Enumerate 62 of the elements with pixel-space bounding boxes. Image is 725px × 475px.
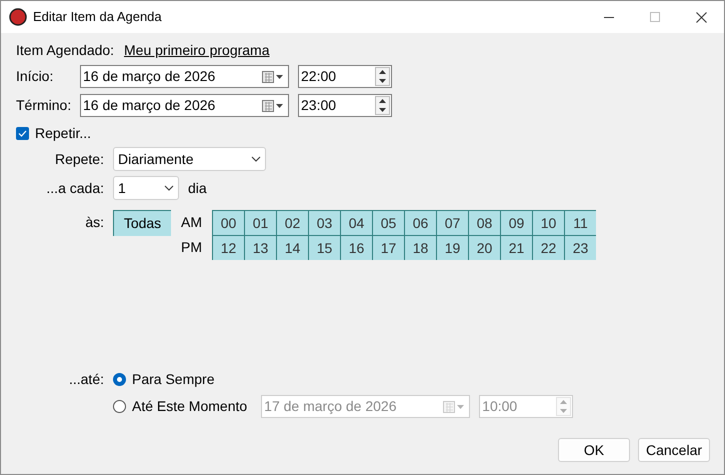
hour-toggle[interactable]: 10 [532,210,564,235]
chevron-down-icon [164,185,174,191]
hour-toggle[interactable]: 03 [308,210,340,235]
hour-toggle[interactable]: 14 [276,235,308,260]
hour-toggle[interactable]: 07 [436,210,468,235]
radio-label: Para Sempre [132,370,214,389]
hour-toggle[interactable]: 11 [564,210,596,235]
hour-toggle[interactable]: 18 [404,235,436,260]
spinner-icon [556,397,572,416]
minimize-icon [604,16,614,18]
field-label: Término: [16,96,71,115]
hour-toggle[interactable]: 00 [212,210,244,235]
hour-toggle[interactable]: 21 [500,235,532,260]
checkbox-label: Repetir... [35,124,92,143]
hour-toggle[interactable]: 20 [468,235,500,260]
field-label: Item Agendado: [16,40,116,60]
calendar-icon [443,400,466,412]
hour-toggle[interactable]: 15 [308,235,340,260]
frequency-dropdown[interactable]: Diariamente [113,147,266,171]
field-label: ...a cada: [45,178,105,198]
date-picker[interactable]: 16 de março de 2026 [80,94,289,117]
dialog-button[interactable]: OK [558,438,630,462]
field-label: Repete: [54,150,105,169]
calendar-icon [262,70,284,82]
spinner-icon [375,96,390,115]
radio-label: Até Este Momento [132,397,248,416]
hour-toggle[interactable]: 04 [340,210,372,235]
hour-toggle[interactable]: 22 [532,235,564,260]
repeat-checkbox[interactable] [16,126,29,140]
calendar-icon [262,100,284,112]
hour-toggle[interactable]: 08 [468,210,500,235]
app-icon [9,8,27,26]
program-link[interactable]: Meu primeiro programa [124,40,270,60]
interval-dropdown[interactable]: 1 [113,176,179,200]
hour-toggle[interactable]: 17 [372,235,404,260]
window-title: Editar Item da Agenda [33,8,163,26]
hour-toggle[interactable]: 23 [564,235,596,260]
hour-toggle[interactable]: 13 [244,235,276,260]
maximize-icon [650,12,660,22]
field-label: Início: [16,67,54,86]
close-icon [696,12,706,22]
hour-toggle[interactable]: 09 [500,210,532,235]
period-label: AM [181,213,203,232]
period-label: PM [181,238,203,257]
field-label: ...até: [68,370,105,389]
dialog-button[interactable]: Cancelar [638,438,710,462]
chevron-down-icon [251,156,261,162]
spinner-icon [375,67,390,86]
unit-label: dia [188,178,207,198]
date-picker[interactable]: 16 de março de 2026 [80,65,289,88]
all-hours-toggle[interactable]: Todas [113,210,171,236]
hour-toggle[interactable]: 05 [372,210,404,235]
time-field[interactable]: 22:00 [298,65,392,88]
check-icon [18,130,27,136]
hour-toggle[interactable]: 02 [276,210,308,235]
hour-toggle[interactable]: 01 [244,210,276,235]
hour-toggle[interactable]: 16 [340,235,372,260]
hour-toggle[interactable]: 06 [404,210,436,235]
hour-toggle[interactable]: 19 [436,235,468,260]
hour-toggle[interactable]: 12 [212,235,244,260]
time-field[interactable]: 23:00 [298,94,392,117]
field-label: às: [84,213,105,232]
